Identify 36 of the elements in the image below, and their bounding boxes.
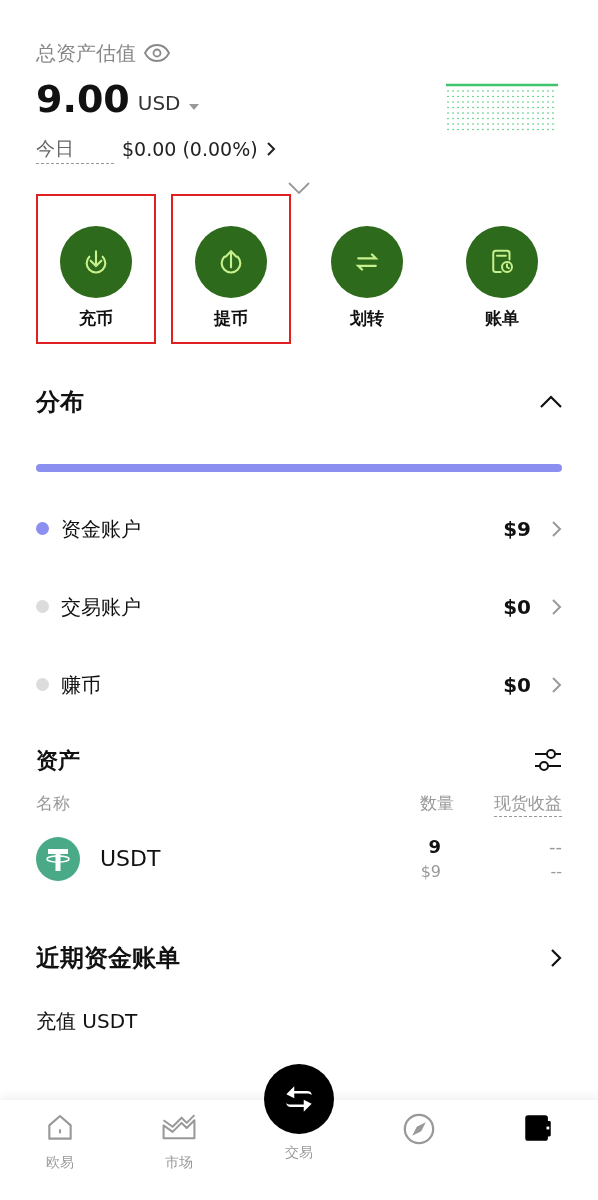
chevron-up-icon[interactable]	[540, 395, 562, 408]
eye-icon[interactable]	[144, 44, 170, 62]
asset-pnl-percent: --	[550, 861, 562, 883]
action-button[interactable]: 提币	[171, 193, 292, 344]
asset-value: $9	[420, 861, 441, 883]
currency-label[interactable]: USD	[137, 88, 181, 118]
asset-amount: 9	[428, 835, 441, 859]
asset-pnl: --	[549, 835, 562, 859]
compass-icon	[401, 1112, 436, 1146]
chevron-right-icon[interactable]	[550, 948, 562, 968]
account-row[interactable]: 资金账户 $9	[0, 489, 598, 568]
section-title: 近期资金账单	[36, 943, 180, 974]
account-row[interactable]: 赚币 $0	[0, 645, 598, 724]
chevron-right-icon	[551, 675, 562, 694]
total-assets-label: 总资产估值	[36, 40, 136, 67]
column-header: 数量	[419, 791, 454, 815]
action-button[interactable]: 划转	[306, 193, 427, 344]
today-pnl-label: 今日	[36, 134, 114, 164]
chevron-right-icon[interactable]	[265, 140, 276, 157]
dropdown-icon[interactable]	[188, 104, 199, 110]
today-pnl-value: $0.00 (0.00%)	[122, 136, 258, 162]
coin-icon	[36, 836, 80, 881]
action-button[interactable]: 充币	[35, 193, 156, 344]
chevron-right-icon	[551, 519, 562, 538]
chevron-right-icon	[551, 597, 562, 616]
chevron-down-icon[interactable]	[288, 181, 310, 194]
sliders-icon[interactable]	[534, 747, 562, 773]
account-row[interactable]: 交易账户 $0	[0, 567, 598, 646]
column-header: 名称	[36, 791, 71, 815]
asset-symbol: USDT	[100, 845, 162, 873]
action-button[interactable]: 账单	[442, 193, 563, 344]
bill-entry-title: 充值 USDT	[36, 1009, 138, 1033]
section-title: 分布	[36, 386, 84, 418]
total-amount: 9.00	[36, 80, 130, 118]
section-title: 资产	[36, 746, 80, 775]
column-header: 现货收益	[494, 790, 562, 817]
